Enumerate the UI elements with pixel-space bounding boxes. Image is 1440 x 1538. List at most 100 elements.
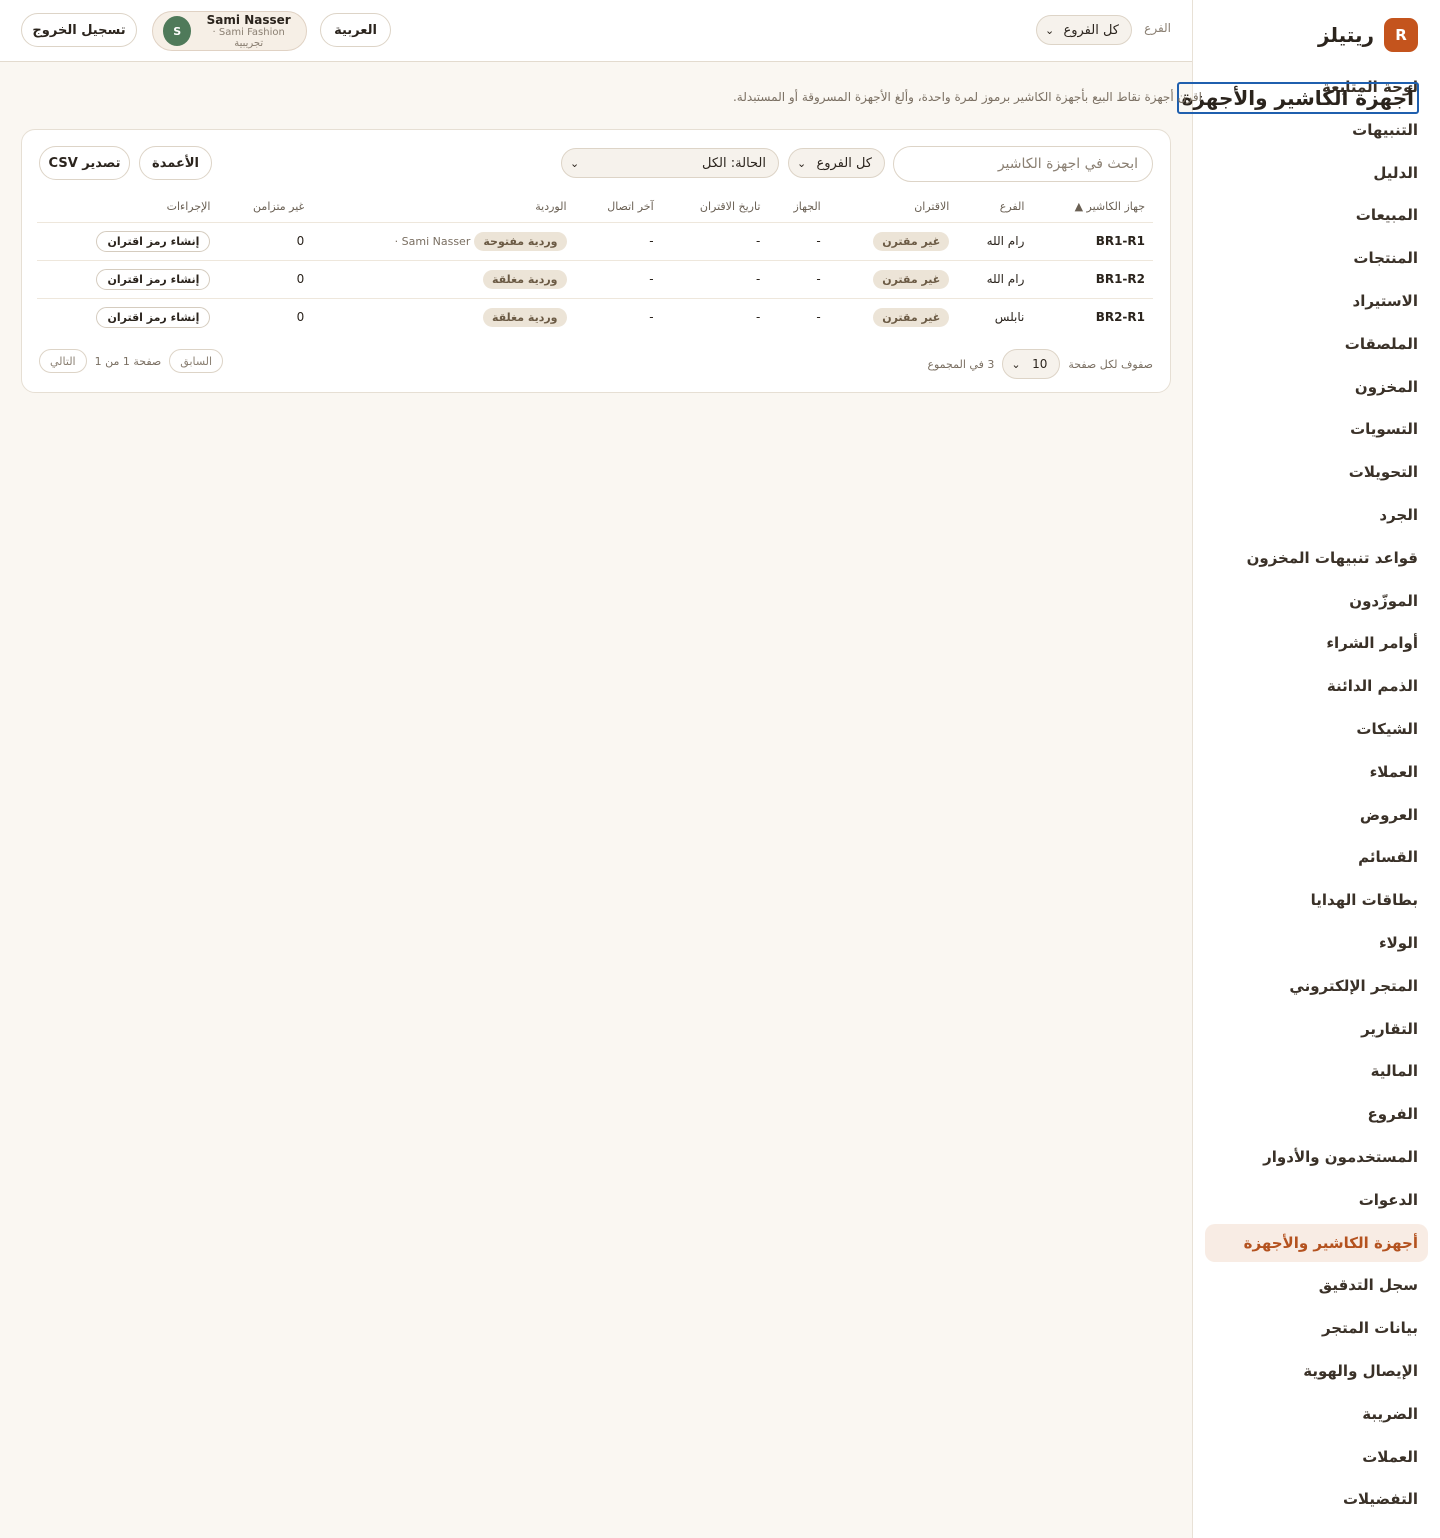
shift-cell: وردية مفتوحةSami Nasser · bbox=[312, 222, 575, 261]
rows-per-page-select[interactable]: 10 ⌄ bbox=[1002, 349, 1061, 379]
pairing-cell: غير مقترن bbox=[828, 260, 958, 299]
sidebar-item[interactable]: الدعوات bbox=[1205, 1181, 1428, 1219]
sidebar-item[interactable]: الولاء bbox=[1205, 924, 1428, 962]
last-seen-cell: - bbox=[574, 222, 662, 261]
sidebar-item[interactable]: التحويلات bbox=[1205, 453, 1428, 491]
sidebar-item[interactable]: العملاء bbox=[1205, 753, 1428, 791]
user-name: Sami Nasser bbox=[206, 13, 291, 27]
shift-user: Sami Nasser · bbox=[394, 234, 471, 248]
brand-logo: R bbox=[1384, 18, 1418, 52]
sidebar-item[interactable]: الشيكات bbox=[1205, 710, 1428, 748]
sidebar-item[interactable]: الذمم الدائنة bbox=[1205, 667, 1428, 705]
branch-cell: رام الله bbox=[957, 260, 1033, 299]
sidebar-item[interactable]: المتجر الإلكتروني bbox=[1205, 967, 1428, 1005]
topbar: الفرع كل الفروع ⌄ العربية Sami Nasser Sa… bbox=[0, 0, 1192, 62]
column-header[interactable]: جهاز الكاشير ▲ bbox=[1032, 192, 1153, 223]
user-org: Sami Fashion · تجريبية bbox=[212, 27, 285, 49]
prev-page-button[interactable]: السابق bbox=[169, 349, 224, 373]
sidebar-item[interactable]: المنتجات bbox=[1205, 239, 1428, 277]
create-pairing-code-button[interactable]: إنشاء رمز اقتران bbox=[96, 268, 211, 290]
branch-select[interactable]: كل الفروع ⌄ bbox=[1036, 15, 1132, 45]
sidebar-item[interactable]: أجهزة الكاشير والأجهزة bbox=[1205, 1223, 1428, 1262]
total-count: 3 في المجموع bbox=[927, 357, 995, 371]
user-info: Sami Nasser Sami Fashion · تجريبية bbox=[199, 13, 298, 49]
sidebar-item[interactable]: سجل التدقيق bbox=[1205, 1266, 1428, 1304]
register-cell: BR1-R1 bbox=[1032, 222, 1153, 261]
column-header: الفرع bbox=[957, 192, 1033, 223]
sidebar-item[interactable]: التنبيهات bbox=[1205, 111, 1428, 149]
chevron-down-icon: ⌄ bbox=[1011, 357, 1021, 371]
sidebar-item[interactable]: قواعد تنبيهات المخزون bbox=[1205, 539, 1428, 577]
branch-select-value: كل الفروع bbox=[1063, 22, 1119, 38]
sidebar-item[interactable]: الموزّدون bbox=[1205, 582, 1428, 620]
branch-label: الفرع bbox=[1144, 21, 1171, 35]
last-seen-cell: - bbox=[574, 260, 662, 299]
table-body: BR1-R1 رام الله غير مقترن - - - وردية مفتوحةSa… bbox=[37, 222, 1153, 336]
logout-button[interactable]: تسجيل الخروج bbox=[21, 13, 137, 47]
device-cell: - bbox=[816, 310, 821, 325]
sidebar-item[interactable]: الجرد bbox=[1205, 496, 1428, 534]
table-row: BR1-R2 رام الله غير مقترن - - - وردية مغلقة 0 إن… bbox=[37, 260, 1153, 299]
sidebar-item[interactable]: الضريبة bbox=[1205, 1395, 1428, 1433]
brand[interactable]: R ريتيلز bbox=[1318, 18, 1418, 52]
sidebar-item[interactable]: الدليل bbox=[1205, 154, 1428, 192]
column-header: الوردية bbox=[312, 192, 575, 223]
language-button[interactable]: العربية bbox=[320, 13, 391, 47]
page-description: اقرن أجهزة نقاط البيع بأجهزة الكاشير برم… bbox=[732, 90, 1202, 104]
column-header: غير متزامن bbox=[218, 192, 313, 223]
column-header: تاريخ الاقتران bbox=[661, 192, 769, 223]
branch-filter[interactable]: كل الفروع ⌄ bbox=[788, 148, 885, 178]
avatar: S bbox=[163, 16, 192, 46]
sidebar-item[interactable]: المالية bbox=[1205, 1052, 1428, 1090]
pairing-badge: غير مقترن bbox=[873, 307, 950, 327]
sidebar-item[interactable]: التسويات bbox=[1205, 410, 1428, 448]
column-header: الاقتران bbox=[828, 192, 958, 223]
register-cell: BR1-R2 bbox=[1032, 260, 1153, 299]
registers-card: كل الفروع ⌄ الحالة: الكل ⌄ الأعمدة تصدير… bbox=[21, 129, 1171, 393]
page-indicator: صفحة 1 من 1 bbox=[94, 354, 162, 368]
sidebar-item[interactable]: العروض bbox=[1205, 796, 1428, 834]
rows-per-page: صفوف لكل صفحة 10 ⌄ 3 في المجموع bbox=[927, 349, 1153, 379]
search-input[interactable] bbox=[893, 146, 1153, 182]
sidebar-item[interactable]: الملصقات bbox=[1205, 325, 1428, 363]
chevron-down-icon: ⌄ bbox=[1045, 23, 1055, 37]
create-pairing-code-button[interactable]: إنشاء رمز اقتران bbox=[96, 230, 211, 252]
sidebar-item[interactable]: التقارير bbox=[1205, 1010, 1428, 1048]
column-header: الجهاز bbox=[768, 192, 829, 223]
sidebar-item[interactable]: المخزون bbox=[1205, 368, 1428, 406]
next-page-button[interactable]: التالي bbox=[39, 349, 87, 373]
user-chip[interactable]: Sami Nasser Sami Fashion · تجريبية S bbox=[152, 11, 307, 51]
status-filter[interactable]: الحالة: الكل ⌄ bbox=[561, 148, 779, 178]
sidebar-item[interactable]: الفروع bbox=[1205, 1095, 1428, 1133]
sidebar-item[interactable]: بطاقات الهدايا bbox=[1205, 881, 1428, 919]
sidebar-item[interactable]: العملات bbox=[1205, 1438, 1428, 1476]
register-cell: BR2-R1 bbox=[1095, 310, 1145, 325]
paired-at-cell: - bbox=[756, 310, 761, 325]
sidebar-item[interactable]: التفضيلات bbox=[1205, 1480, 1428, 1518]
actions-cell: إنشاء رمز اقتران bbox=[37, 222, 219, 261]
unsynced-cell: 0 bbox=[218, 260, 313, 299]
table-row: BR2-R1 نابلس غير مقترن - - - وردية مغلقة 0 إنشاء… bbox=[37, 298, 1153, 336]
pagination: السابق صفحة 1 من 1 التالي bbox=[39, 349, 224, 373]
sidebar-item[interactable]: القسائم bbox=[1205, 838, 1428, 876]
sidebar-item[interactable]: بيانات المتجر bbox=[1205, 1309, 1428, 1347]
export-csv-button[interactable]: تصدير CSV bbox=[39, 146, 130, 180]
unsynced-cell: 0 bbox=[218, 222, 313, 261]
page-title: أجهزة الكاشير والأجهزة bbox=[1176, 82, 1419, 114]
chevron-down-icon: ⌄ bbox=[570, 156, 580, 170]
pairing-cell: غير مقترن bbox=[829, 298, 958, 336]
actions-cell: إنشاء رمز اقتران bbox=[37, 260, 219, 299]
sidebar-item[interactable]: أوامر الشراء bbox=[1205, 624, 1428, 662]
create-pairing-code-button[interactable]: إنشاء رمز اقتران bbox=[96, 306, 211, 328]
columns-button[interactable]: الأعمدة bbox=[139, 146, 212, 180]
sidebar-item[interactable]: المبيعات bbox=[1205, 196, 1428, 234]
sidebar-item[interactable]: المستخدمون والأدوار bbox=[1205, 1138, 1428, 1176]
sidebar-item[interactable]: الاستيراد bbox=[1205, 282, 1428, 320]
branch-cell: رام الله bbox=[957, 222, 1033, 261]
table-row: BR1-R1 رام الله غير مقترن - - - وردية مفتوحةSa… bbox=[37, 222, 1153, 261]
sidebar-item[interactable]: الإيصال والهوية bbox=[1205, 1352, 1428, 1390]
column-header: الإجراءات bbox=[37, 192, 219, 223]
pairing-badge: غير مقترن bbox=[873, 231, 950, 251]
shift-badge: وردية مفتوحة bbox=[474, 231, 567, 251]
chevron-down-icon: ⌄ bbox=[797, 156, 807, 170]
